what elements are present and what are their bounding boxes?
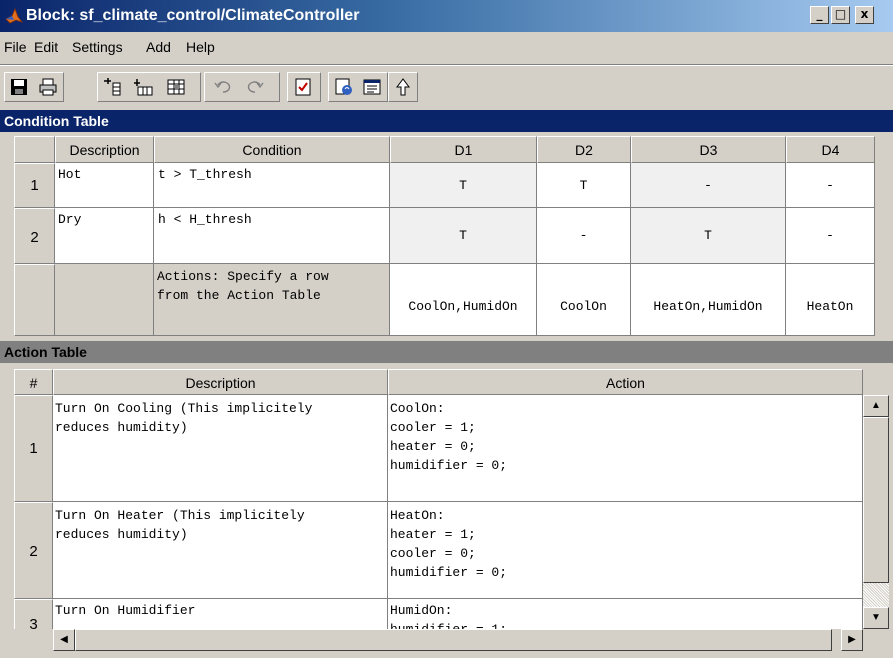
save-icon[interactable] xyxy=(9,77,29,97)
scroll-right-button[interactable]: ▶ xyxy=(841,629,863,651)
decision-cell[interactable]: T xyxy=(390,208,537,264)
actions-row-header[interactable] xyxy=(14,264,55,336)
toolbar-group-nav xyxy=(388,72,418,102)
decision-cell[interactable]: - xyxy=(537,208,631,264)
scroll-left-button[interactable]: ◀ xyxy=(53,629,75,651)
triangle-right-icon: ▶ xyxy=(848,634,856,645)
toolbar-group-file xyxy=(4,72,64,102)
toolbar-group-view xyxy=(328,72,388,102)
action-row-number[interactable]: 1 xyxy=(14,395,53,502)
check-icon[interactable] xyxy=(293,77,313,97)
action-table-title: Action Table xyxy=(4,344,87,360)
menu-help[interactable]: Help xyxy=(186,39,215,55)
menu-file[interactable]: File xyxy=(4,39,27,55)
toolbar xyxy=(0,72,893,104)
actions-row-spacer xyxy=(55,264,154,336)
action-row-number[interactable]: 3 xyxy=(14,599,53,629)
condition-col-d2[interactable]: D2 xyxy=(537,136,631,163)
condition-row-number-label: 1 xyxy=(30,177,39,194)
properties-icon[interactable] xyxy=(362,77,382,97)
condition-row-number[interactable]: 1 xyxy=(14,163,55,208)
go-to-parent-icon[interactable] xyxy=(393,77,413,97)
condition-col-d3[interactable]: D3 xyxy=(631,136,786,163)
toolbar-group-undo xyxy=(204,72,280,102)
table-icon[interactable] xyxy=(166,77,186,97)
undo-icon[interactable] xyxy=(213,77,233,97)
action-assignment-cell[interactable]: CoolOn,HumidOn xyxy=(390,264,537,336)
redo-icon[interactable] xyxy=(245,77,265,97)
decision-cell[interactable]: - xyxy=(786,163,875,208)
condition-table-title: Condition Table xyxy=(4,113,109,129)
print-icon[interactable] xyxy=(38,77,58,97)
action-assignment-cell[interactable]: HeatOn xyxy=(786,264,875,336)
condition-col-condition[interactable]: Condition xyxy=(154,136,390,163)
condition-expression-cell[interactable]: h < H_thresh xyxy=(154,208,390,264)
menu-bar: File Edit Settings Add Help xyxy=(0,32,893,62)
maximize-button[interactable]: □ xyxy=(831,6,850,24)
insert-row-icon[interactable] xyxy=(102,77,122,97)
action-col-description[interactable]: Description xyxy=(53,369,388,395)
triangle-left-icon: ◀ xyxy=(60,634,68,645)
menu-settings[interactable]: Settings xyxy=(72,39,123,55)
insert-column-icon[interactable] xyxy=(134,77,154,97)
condition-row-number[interactable]: 2 xyxy=(14,208,55,264)
condition-description-cell[interactable]: Dry xyxy=(55,208,154,264)
triangle-up-icon: ▲ xyxy=(871,400,881,411)
horizontal-scroll-thumb[interactable] xyxy=(75,629,832,651)
decision-cell[interactable]: T xyxy=(390,163,537,208)
menu-add[interactable]: Add xyxy=(146,39,171,55)
vertical-scroll-thumb[interactable] xyxy=(863,417,889,583)
action-description-cell[interactable]: Turn On Cooling (This implicitely reduce… xyxy=(53,395,388,502)
minimize-button[interactable]: _ xyxy=(810,6,829,24)
condition-row-number-label: 2 xyxy=(30,229,39,246)
matlab-logo-icon xyxy=(5,7,23,24)
action-code-cell[interactable]: HeatOn: heater = 1; cooler = 0; humidifi… xyxy=(388,502,863,599)
decision-cell[interactable]: T xyxy=(537,163,631,208)
action-code-cell[interactable]: CoolOn: cooler = 1; heater = 0; humidifi… xyxy=(388,395,863,502)
action-row-number[interactable]: 2 xyxy=(14,502,53,599)
condition-expression-cell[interactable]: t > T_thresh xyxy=(154,163,390,208)
window-title: Block: sf_climate_control/ClimateControl… xyxy=(26,7,360,24)
condition-col-d4[interactable]: D4 xyxy=(786,136,875,163)
decision-cell[interactable]: - xyxy=(786,208,875,264)
menu-edit[interactable]: Edit xyxy=(34,39,58,55)
triangle-down-icon: ▼ xyxy=(871,612,881,623)
action-assignment-cell[interactable]: CoolOn xyxy=(537,264,631,336)
action-row-number-label: 1 xyxy=(29,440,38,457)
toolbar-group-table xyxy=(97,72,201,102)
title-bar: Block: sf_climate_control/ClimateControl… xyxy=(0,0,893,32)
action-table-header: Action Table xyxy=(0,341,893,363)
scroll-down-button[interactable]: ▼ xyxy=(863,607,889,629)
condition-description-cell[interactable]: Hot xyxy=(55,163,154,208)
decision-cell[interactable]: T xyxy=(631,208,786,264)
action-code-cell[interactable]: HumidOn: humidifier = 1; xyxy=(388,599,863,629)
scroll-up-button[interactable]: ▲ xyxy=(863,395,889,417)
action-col-number[interactable]: # xyxy=(14,369,53,395)
action-assignment-cell[interactable]: HeatOn,HumidOn xyxy=(631,264,786,336)
help-icon[interactable] xyxy=(334,77,354,97)
action-description-cell[interactable]: Turn On Humidifier xyxy=(53,599,388,629)
condition-col-description[interactable]: Description xyxy=(55,136,154,163)
action-col-action[interactable]: Action xyxy=(388,369,863,395)
action-row-number-label: 3 xyxy=(29,616,38,629)
condition-corner-header xyxy=(14,136,55,163)
decision-cell[interactable]: - xyxy=(631,163,786,208)
condition-col-d1[interactable]: D1 xyxy=(390,136,537,163)
toolbar-group-check xyxy=(287,72,321,102)
actions-row-label: Actions: Specify a row from the Action T… xyxy=(154,264,390,336)
close-button[interactable]: x xyxy=(855,6,874,24)
action-row-number-label: 2 xyxy=(29,543,38,560)
menu-divider-highlight xyxy=(0,65,893,66)
action-description-cell[interactable]: Turn On Heater (This implicitely reduces… xyxy=(53,502,388,599)
condition-table-header: Condition Table xyxy=(0,110,893,132)
